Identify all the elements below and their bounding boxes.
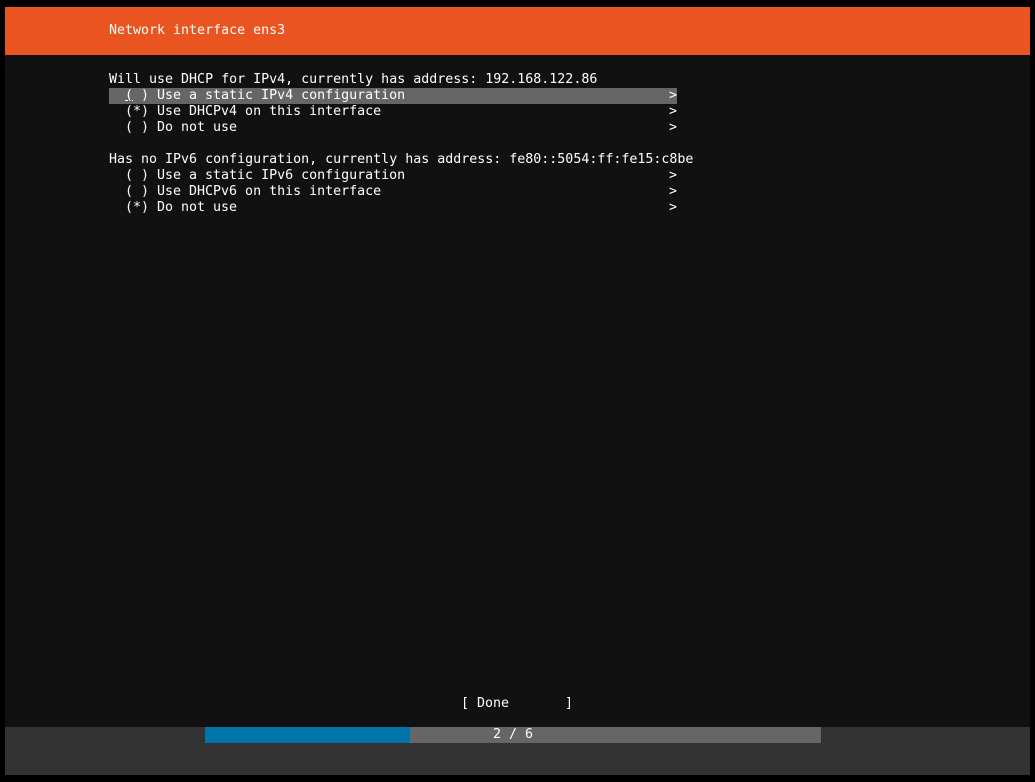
- chevron-right-icon: >: [669, 184, 678, 199]
- ipv6-option-disabled-radio[interactable]: (*): [125, 200, 149, 216]
- ipv6-option-disabled[interactable]: (*) Do not use >: [109, 200, 677, 216]
- ipv6-option-disabled-label: Do not use: [157, 200, 238, 215]
- chevron-right-icon: >: [669, 104, 678, 119]
- ipv4-option-static-radio-open: (: [125, 88, 134, 103]
- ipv6-option-dhcp[interactable]: ( ) Use DHCPv6 on this interface >: [109, 184, 677, 200]
- done-button-bracket-right: ]: [565, 696, 574, 711]
- ipv4-option-disabled-label: Do not use: [157, 120, 238, 135]
- ipv4-option-dhcp-label: Use DHCPv4 on this interface: [157, 104, 382, 119]
- ipv4-option-disabled[interactable]: ( ) Do not use >: [109, 120, 677, 136]
- ipv4-option-static-radio[interactable]: ( ): [125, 88, 149, 104]
- done-button-label: Done: [477, 696, 510, 711]
- ipv4-option-disabled-radio[interactable]: ( ): [125, 120, 149, 136]
- chevron-right-icon: >: [669, 168, 678, 183]
- installer-screen: Network interface ens3 Will use DHCP for…: [5, 7, 1030, 775]
- ipv4-option-static[interactable]: ( ) Use a static IPv4 configuration >: [109, 88, 677, 104]
- chevron-right-icon: >: [669, 200, 678, 215]
- progress-text: 2 / 6: [492, 727, 534, 742]
- ipv6-option-static[interactable]: ( ) Use a static IPv6 configuration >: [109, 168, 677, 184]
- ipv6-option-static-radio[interactable]: ( ): [125, 168, 149, 184]
- ipv4-status-text: Will use DHCP for IPv4, currently has ad…: [109, 72, 598, 87]
- ipv6-option-static-label: Use a static IPv6 configuration: [157, 168, 406, 183]
- done-button[interactable]: [ Done ]: [461, 696, 573, 712]
- ipv6-option-dhcp-label: Use DHCPv6 on this interface: [157, 184, 382, 199]
- chevron-right-icon: >: [669, 120, 678, 135]
- done-button-bracket-left: [: [461, 696, 470, 711]
- ipv4-option-dhcp[interactable]: (*) Use DHCPv4 on this interface >: [109, 104, 677, 120]
- ipv6-option-dhcp-radio[interactable]: ( ): [125, 184, 149, 200]
- ipv4-option-static-radio-close: ): [133, 88, 150, 103]
- progress-bar: 2 / 6: [205, 727, 821, 743]
- chevron-right-icon: >: [669, 88, 678, 103]
- page-title: Network interface ens3: [109, 23, 286, 38]
- footer-bar: 2 / 6: [5, 727, 1030, 775]
- ipv6-status-text: Has no IPv6 configuration, currently has…: [109, 152, 694, 167]
- ipv4-option-static-label: Use a static IPv4 configuration: [157, 88, 406, 103]
- header-bar: Network interface ens3: [5, 7, 1030, 55]
- ipv4-option-dhcp-radio[interactable]: (*): [125, 104, 149, 120]
